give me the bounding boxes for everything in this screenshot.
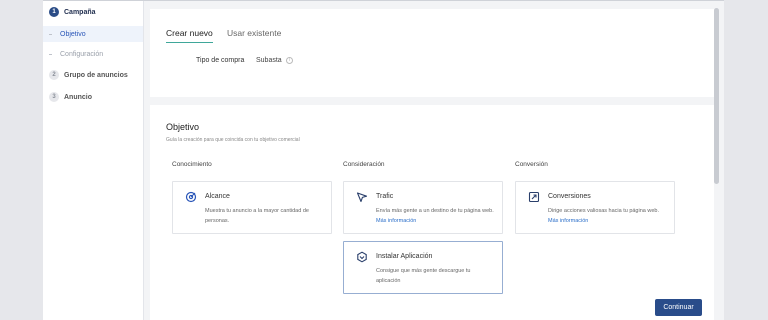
card-description: Envía más gente a un destino de tu págin… (376, 206, 496, 226)
sidebar: 1 Campaña Objetivo Configuración 2 Grupo… (43, 1, 144, 320)
campaign-source-panel: Crear nuevo Usar existente Tipo de compr… (150, 9, 714, 97)
step-label: Campaña (64, 8, 96, 16)
step-ad[interactable]: 3 Anuncio (49, 92, 92, 102)
card-description: Dirige acciones valiosas hacia tu página… (548, 206, 668, 226)
step-number: 1 (49, 7, 59, 17)
substep-configuration[interactable]: Configuración (43, 46, 143, 62)
substep-label: Objetivo (60, 30, 86, 38)
purchase-type-value: Subasta (256, 57, 282, 64)
tab-create-new[interactable]: Crear nuevo (166, 28, 213, 43)
objective-card-app-install[interactable]: Instalar Aplicación Consigue que más gen… (343, 241, 503, 294)
category-conversion: Conversión (515, 161, 548, 168)
tab-use-existing[interactable]: Usar existente (227, 28, 281, 38)
step-campaign[interactable]: 1 Campaña (49, 7, 96, 17)
more-info-link[interactable]: Más información (376, 218, 416, 224)
category-awareness: Conocimiento (172, 161, 212, 168)
card-desc-text: Dirige acciones valiosas hacia tu página… (548, 208, 659, 214)
app-icon (356, 251, 368, 263)
card-desc-text: Envía más gente a un destino de tu págin… (376, 208, 494, 214)
card-title: Alcance (205, 193, 230, 200)
cursor-icon (356, 191, 368, 203)
objective-subtitle: Guía la creación para que coincida con t… (166, 137, 300, 143)
card-desc-text: Consigue que más gente descargue tu apli… (376, 268, 471, 284)
step-label: Grupo de anuncios (64, 71, 128, 79)
info-icon[interactable]: i (286, 57, 293, 64)
objective-card-traffic[interactable]: Trafic Envía más gente a un destino de t… (343, 181, 503, 234)
objective-panel: Objetivo Guía la creación para que coinc… (150, 105, 714, 320)
objective-title: Objetivo (166, 122, 200, 132)
more-info-link[interactable]: Más información (548, 218, 588, 224)
card-title: Trafic (376, 193, 394, 200)
step-number: 3 (49, 92, 59, 102)
category-consideration: Consideración (343, 161, 385, 168)
step-number: 2 (49, 70, 59, 80)
app-window: 1 Campaña Objetivo Configuración 2 Grupo… (43, 0, 724, 320)
card-title: Conversiones (548, 193, 591, 200)
objective-card-reach[interactable]: Alcance Muestra tu anuncio a la mayor ca… (172, 181, 332, 234)
card-description: Consigue que más gente descargue tu apli… (376, 266, 496, 286)
substep-label: Configuración (60, 50, 104, 58)
card-description: Muestra tu anuncio a la mayor cantidad d… (205, 206, 325, 226)
scrollbar-thumb[interactable] (714, 8, 719, 184)
card-desc-text: Muestra tu anuncio a la mayor cantidad d… (205, 208, 309, 224)
substep-objective[interactable]: Objetivo (43, 26, 143, 42)
conversion-icon (528, 191, 540, 203)
purchase-type-label: Tipo de compra (196, 57, 245, 64)
target-icon (185, 191, 197, 203)
substep-dash (49, 53, 52, 55)
step-label: Anuncio (64, 93, 92, 101)
continue-button[interactable]: Continuar (655, 299, 702, 316)
substep-dash (49, 33, 52, 35)
card-title: Instalar Aplicación (376, 253, 433, 260)
objective-card-conversions[interactable]: Conversiones Dirige acciones valiosas ha… (515, 181, 675, 234)
step-ad-group[interactable]: 2 Grupo de anuncios (49, 70, 128, 80)
